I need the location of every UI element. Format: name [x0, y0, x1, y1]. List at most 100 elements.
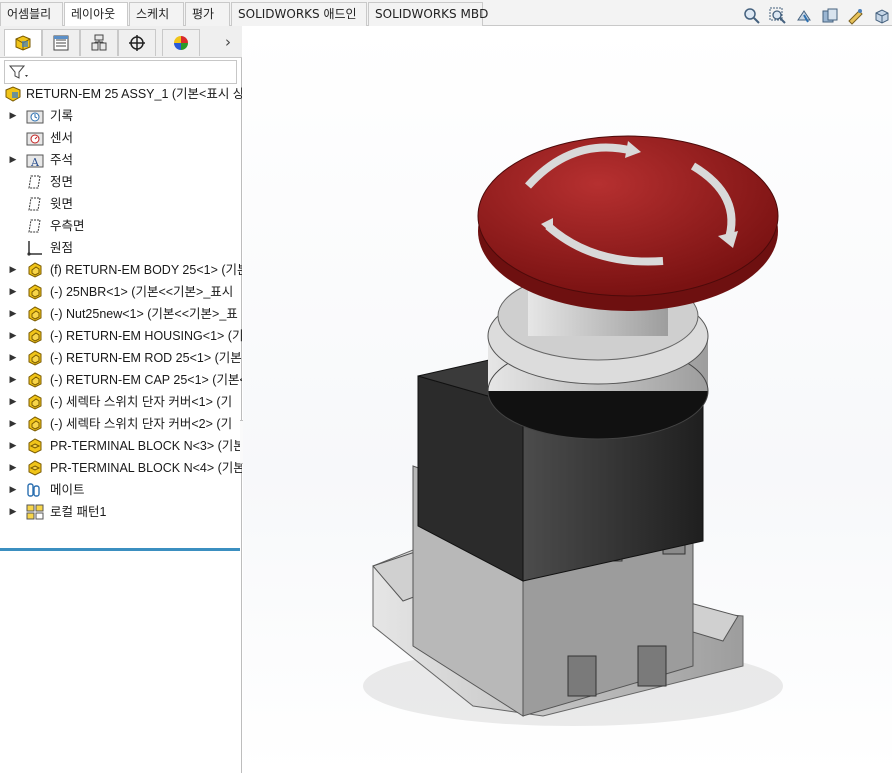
tab-layout[interactable]: 레이아웃 [64, 2, 128, 27]
feature-manager-tab[interactable] [4, 29, 42, 56]
zoom-area-icon[interactable] [768, 6, 788, 26]
tree-item-label: 우측면 [50, 219, 85, 233]
plane-icon [26, 174, 44, 190]
tree-item[interactable]: 정면 [0, 171, 242, 193]
expand-arrow-icon[interactable]: ▶ [8, 281, 18, 303]
tree-item[interactable]: ▶ (-) 25NBR<1> (기본<<기본>_표시 [0, 281, 242, 303]
part-icon [26, 350, 44, 366]
configuration-manager-tab[interactable] [80, 29, 118, 56]
tree-item-label: PR-TERMINAL BLOCK N<3> (기본< [50, 439, 242, 453]
property-manager-icon [53, 35, 69, 51]
part-icon [26, 416, 44, 432]
tree-item[interactable]: ▶ (-) Nut25new<1> (기본<<기본>_표 [0, 303, 242, 325]
tree-item[interactable]: 윗면 [0, 193, 242, 215]
configuration-manager-icon [91, 34, 107, 51]
expand-arrow-icon[interactable]: ▶ [8, 105, 18, 127]
feature-tree: RETURN-EM 25 ASSY_1 (기본<표시 상 ▶ 기록센서 ▶ A 주석정면… [0, 83, 242, 523]
tree-item[interactable]: ▶ (-) RETURN-EM ROD 25<1> (기본< [0, 347, 242, 369]
previous-view-icon[interactable] [794, 6, 814, 26]
annotations-folder-icon: A [26, 152, 44, 168]
display-manager-tab[interactable] [162, 29, 200, 56]
tree-root-label: RETURN-EM 25 ASSY_1 (기본<표시 상 [26, 87, 242, 101]
part-icon [26, 328, 44, 344]
expand-arrow-icon[interactable]: ▶ [8, 457, 18, 479]
tree-item[interactable]: ▶ (-) 세렉타 스위치 단자 커버<1> (기 [0, 391, 242, 413]
part-icon [26, 284, 44, 300]
tree-item[interactable]: 원점 [0, 237, 242, 259]
command-manager-tabs: 어셈블리 레이아웃 스케치 평가 SOLIDWORKS 애드인 SOLIDWOR… [0, 0, 892, 28]
tree-item-label: (-) 세렉타 스위치 단자 커버<1> (기 [50, 395, 233, 409]
tree-item-label: 정면 [50, 175, 74, 189]
expand-arrow-icon[interactable]: ▶ [8, 413, 18, 435]
part-icon [26, 262, 44, 278]
expand-arrow-icon[interactable]: ▶ [8, 391, 18, 413]
part-icon [26, 372, 44, 388]
tree-item-label: 주석 [50, 153, 74, 167]
tree-item-label: (-) Nut25new<1> (기본<<기본>_표 [50, 307, 238, 321]
zoom-to-fit-icon[interactable] [742, 6, 762, 26]
dimxpert-manager-tab[interactable] [118, 29, 156, 56]
local-pattern-icon [26, 504, 44, 520]
tree-item-label: (-) RETURN-EM ROD 25<1> (기본< [50, 351, 242, 365]
panel-divider[interactable] [0, 548, 240, 551]
feature-manager-panel: › RETURN-EM 25 ASSY_1 (기본<표시 상 ▶ 기록센서 ▶ A 주석… [0, 26, 242, 773]
expand-arrow-icon[interactable]: ▶ [8, 303, 18, 325]
sensors-folder-icon [26, 130, 44, 146]
dimxpert-manager-icon [129, 35, 145, 51]
tree-item[interactable]: ▶ (-) RETURN-EM HOUSING<1> (기본 [0, 325, 242, 347]
tab-assembly[interactable]: 어셈블리 [0, 2, 63, 26]
tree-item-label: (-) 25NBR<1> (기본<<기본>_표시 [50, 285, 234, 299]
manager-tabs: › [0, 26, 242, 58]
expand-arrow-icon[interactable]: ▶ [8, 325, 18, 347]
tab-solidworks-mbd[interactable]: SOLIDWORKS MBD [368, 2, 488, 26]
tree-item[interactable]: ▶ 메이트 [0, 479, 242, 501]
subassembly-icon [26, 438, 44, 454]
origin-icon [26, 240, 44, 256]
tree-item[interactable]: ▶ (f) RETURN-EM BODY 25<1> (기본 [0, 259, 242, 281]
expand-arrow-icon[interactable]: ▶ [8, 347, 18, 369]
more-tabs-chevron-icon[interactable]: › [220, 32, 236, 52]
tree-item[interactable]: 우측면 [0, 215, 242, 237]
tree-filter[interactable] [4, 60, 237, 84]
graphics-area[interactable] [243, 26, 892, 773]
tab-solidworks-addins[interactable]: SOLIDWORKS 애드인 [231, 2, 367, 26]
dynamic-annotation-icon[interactable] [846, 6, 866, 26]
expand-arrow-icon[interactable]: ▶ [8, 259, 18, 281]
tree-item[interactable]: ▶ (-) 세렉타 스위치 단자 커버<2> (기 [0, 413, 242, 435]
expand-arrow-icon[interactable]: ▶ [8, 501, 18, 523]
expand-arrow-icon[interactable]: ▶ [8, 435, 18, 457]
part-icon [26, 394, 44, 410]
plane-icon [26, 196, 44, 212]
tree-item[interactable]: ▶ 기록 [0, 105, 242, 127]
tree-item[interactable]: ▶ A 주석 [0, 149, 242, 171]
expand-arrow-icon[interactable]: ▶ [8, 369, 18, 391]
model-view [363, 135, 783, 726]
tree-item[interactable]: 센서 [0, 127, 242, 149]
view-orientation-icon[interactable] [872, 6, 892, 26]
display-manager-icon [174, 36, 188, 50]
feature-manager-icon [15, 35, 31, 51]
tree-item-label: PR-TERMINAL BLOCK N<4> (기본< [50, 461, 242, 475]
plane-icon [26, 218, 44, 234]
tree-item[interactable]: ▶ PR-TERMINAL BLOCK N<3> (기본< [0, 435, 242, 457]
section-view-icon[interactable] [820, 6, 840, 26]
mates-icon [26, 482, 44, 498]
expand-arrow-icon[interactable]: ▶ [8, 479, 18, 501]
tree-item[interactable]: ▶ 로컬 패턴1 [0, 501, 242, 523]
tree-item[interactable]: ▶ (-) RETURN-EM CAP 25<1> (기본< [0, 369, 242, 391]
tree-item[interactable]: ▶ PR-TERMINAL BLOCK N<4> (기본< [0, 457, 242, 479]
tree-item-label: 메이트 [50, 483, 85, 497]
svg-text:A: A [30, 156, 40, 168]
tab-evaluate[interactable]: 평가 [185, 2, 230, 26]
tree-root-assembly[interactable]: RETURN-EM 25 ASSY_1 (기본<표시 상 [0, 83, 242, 105]
tree-item-label: (-) RETURN-EM HOUSING<1> (기본 [50, 329, 242, 343]
property-manager-tab[interactable] [42, 29, 80, 56]
heads-up-view-toolbar [742, 6, 892, 28]
tab-sketch[interactable]: 스케치 [129, 2, 184, 26]
subassembly-icon [26, 460, 44, 476]
tree-item-label: (f) RETURN-EM BODY 25<1> (기본 [50, 263, 242, 277]
history-folder-icon [26, 108, 44, 124]
filter-icon [8, 65, 28, 79]
expand-arrow-icon[interactable]: ▶ [8, 149, 18, 171]
tree-item-label: 센서 [50, 131, 74, 145]
